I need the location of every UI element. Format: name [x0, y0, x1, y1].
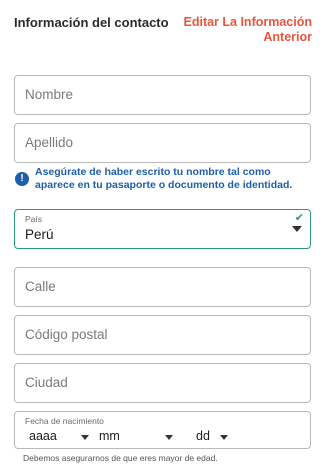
day-value: dd [196, 429, 210, 443]
country-label: País [25, 214, 43, 224]
year-value: aaaa [29, 429, 57, 443]
check-icon: ✔ [294, 212, 304, 224]
first-name-field[interactable]: Nombre [14, 75, 311, 115]
edit-previous-info-link[interactable]: Editar La Información Anterior [172, 15, 313, 45]
birth-date-label: Fecha de nacimiento [25, 416, 104, 426]
last-name-placeholder: Apellido [25, 135, 74, 150]
year-select[interactable]: aaaa [29, 429, 93, 445]
day-select[interactable]: dd [196, 429, 256, 445]
month-value: mm [99, 429, 120, 443]
postal-code-placeholder: Código postal [25, 327, 108, 342]
first-name-placeholder: Nombre [25, 87, 74, 102]
postal-code-field[interactable]: Código postal [14, 315, 311, 355]
street-placeholder: Calle [25, 279, 56, 294]
section-title: Información del contacto [14, 15, 169, 30]
country-select[interactable]: País Perú ✔ [14, 209, 311, 249]
contact-info-header: Información del contacto Editar La Infor… [14, 15, 312, 47]
info-icon: ! [15, 172, 29, 186]
city-field[interactable]: Ciudad [14, 363, 311, 403]
chevron-down-icon [81, 435, 89, 440]
birth-date-field: Fecha de nacimiento aaaa mm dd [14, 411, 311, 449]
chevron-down-icon [165, 435, 173, 440]
last-name-field[interactable]: Apellido [14, 123, 311, 163]
age-requirement-note: Debemos asegurarnos de que eres mayor de… [23, 453, 218, 463]
street-field[interactable]: Calle [14, 267, 311, 307]
city-placeholder: Ciudad [25, 375, 68, 390]
chevron-down-icon [220, 435, 228, 440]
month-select[interactable]: mm [99, 429, 189, 445]
country-value: Perú [25, 227, 54, 242]
name-info-note: ! Asegúrate de haber escrito tu nombre t… [14, 166, 311, 194]
name-info-text: Asegúrate de haber escrito tu nombre tal… [35, 166, 293, 191]
chevron-down-icon [292, 226, 302, 232]
